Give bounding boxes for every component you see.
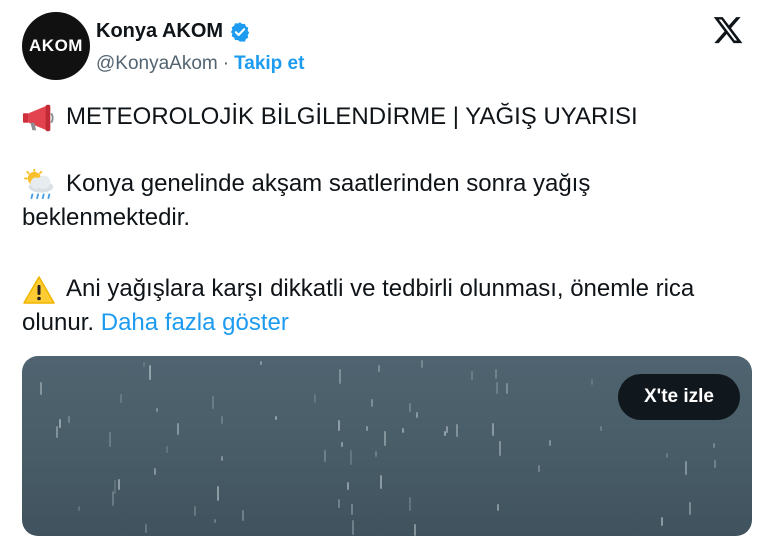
post-line-3: Ani yağışlara karşı dikkatli ve tedbirli…: [22, 272, 750, 340]
raindrop: [341, 442, 344, 448]
raindrop: [275, 415, 278, 421]
raindrop: [712, 443, 715, 448]
raindrop: [39, 382, 42, 395]
raindrop: [660, 517, 663, 526]
raindrop: [216, 486, 219, 501]
raindrop: [505, 382, 508, 394]
raindrop: [59, 418, 62, 429]
watch-on-x-button[interactable]: X'te izle: [618, 374, 740, 420]
raindrop: [193, 506, 196, 516]
raindrop: [337, 498, 340, 508]
raindrop: [421, 360, 424, 368]
raindrop: [684, 461, 687, 475]
avatar-logo-text: AKOM: [29, 36, 83, 55]
raindrop: [375, 451, 378, 457]
post-line-2-text: Konya genelinde akşam saatlerinden sonra…: [22, 170, 591, 231]
raindrop: [443, 430, 446, 437]
handle-row: @KonyaAkom · Takip et: [96, 53, 304, 75]
raindrop: [408, 497, 411, 512]
raindrop: [68, 416, 71, 424]
raindrop: [415, 412, 418, 418]
raindrop: [380, 475, 383, 489]
post-header: AKOM Konya AKOM @KonyaAkom · Takip et: [22, 12, 748, 82]
raindrop: [220, 455, 223, 462]
raindrop: [212, 396, 215, 410]
raindrop: [214, 518, 217, 523]
raindrop: [549, 439, 552, 447]
display-name[interactable]: Konya AKOM: [96, 20, 223, 43]
avatar[interactable]: AKOM: [22, 12, 90, 80]
x-logo-icon[interactable]: [712, 14, 744, 46]
raindrop: [143, 362, 146, 368]
raindrop: [402, 427, 405, 434]
raindrop: [176, 422, 179, 436]
raindrop: [313, 393, 316, 403]
raindrop: [377, 364, 380, 373]
raindrop: [498, 440, 501, 456]
raindrop: [338, 368, 341, 385]
raindrop: [538, 464, 541, 472]
raindrop: [471, 370, 474, 380]
separator-dot: ·: [222, 53, 230, 74]
raindrop: [156, 407, 159, 413]
post-line-1: METEOROLOJİK BİLGİLENDİRME | YAĞIŞ UYARI…: [22, 100, 750, 134]
raindrop: [366, 426, 369, 431]
raindrop: [350, 504, 353, 516]
raindrop: [77, 505, 80, 511]
raindrop: [119, 394, 122, 404]
raindrop: [56, 426, 59, 439]
raindrop: [154, 467, 157, 475]
raindrop: [414, 524, 417, 536]
raindrop: [599, 426, 602, 432]
raindrop: [108, 431, 111, 447]
name-row: Konya AKOM: [96, 20, 251, 43]
raindrop: [148, 364, 151, 380]
raindrop: [260, 360, 263, 366]
megaphone-icon: [22, 104, 54, 131]
raindrop: [144, 523, 147, 533]
raindrop: [113, 479, 116, 495]
rain-cloud-icon: [23, 168, 54, 199]
raindrop: [118, 479, 121, 491]
raindrop: [456, 424, 459, 438]
raindrop: [220, 415, 223, 424]
raindrop: [496, 382, 499, 395]
raindrop: [714, 459, 717, 468]
raindrop: [347, 481, 349, 490]
raindrop: [665, 452, 668, 458]
show-more-link[interactable]: Daha fazla göster: [101, 309, 289, 336]
raindrop: [371, 398, 374, 408]
raindrop: [383, 431, 386, 447]
raindrop: [408, 403, 411, 412]
post-line-2: Konya genelinde akşam saatlerinden sonra…: [22, 167, 750, 235]
verified-badge-icon: [230, 21, 250, 42]
handle[interactable]: @KonyaAkom: [96, 53, 218, 75]
raindrop: [338, 420, 341, 431]
raindrop: [241, 510, 244, 522]
raindrop: [495, 369, 498, 379]
raindrop: [591, 379, 594, 386]
raindrop: [166, 445, 169, 454]
video-media[interactable]: X'te izle: [22, 356, 752, 536]
raindrop: [350, 450, 353, 465]
raindrop: [446, 425, 449, 434]
warning-icon: [23, 275, 55, 304]
follow-button[interactable]: Takip et: [234, 53, 304, 75]
raindrop: [689, 502, 692, 516]
post-line-1-text: METEOROLOJİK BİLGİLENDİRME | YAĞIŞ UYARI…: [66, 103, 638, 130]
raindrop: [323, 449, 326, 462]
raindrop: [497, 503, 500, 511]
raindrop: [491, 422, 494, 436]
